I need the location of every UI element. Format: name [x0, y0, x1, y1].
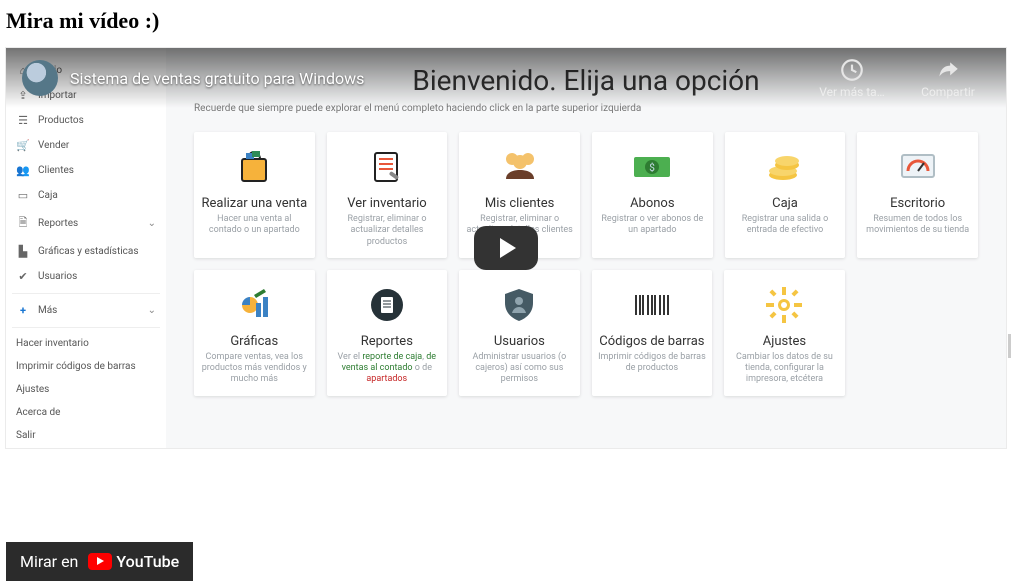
shopping-bag-icon — [200, 144, 309, 190]
svg-text:$: $ — [650, 161, 656, 174]
sidebar-item-label: Productos — [38, 115, 84, 126]
sidebar-item-usuarios[interactable]: ✔ Usuarios — [12, 264, 160, 289]
sidebar-item-productos[interactable]: ☴ Productos — [12, 108, 160, 133]
sidebar-item-label: Gráficas y estadísticas — [38, 246, 139, 257]
sidebar-item-label: Caja — [38, 190, 58, 201]
card-desc: Hacer una venta al contado o un apartado — [200, 214, 309, 237]
card-caja[interactable]: Caja Registrar una salida o entrada de e… — [725, 132, 846, 258]
sidebar-item-label: Usuarios — [38, 271, 77, 282]
watch-on-youtube-button[interactable]: Mirar en YouTube — [6, 542, 193, 581]
chart-icon — [200, 282, 309, 328]
stats-icon: ▙ — [16, 245, 30, 258]
card-title: Ver inventario — [333, 196, 442, 211]
card-desc: Cambiar los datos de su tienda, configur… — [730, 352, 839, 386]
card-desc: Registrar, eliminar o actualizar detalle… — [333, 214, 442, 248]
page-heading: Mira mi vídeo :) — [0, 0, 1012, 48]
sidebar-item-graficas[interactable]: ▙ Gráficas y estadísticas — [12, 239, 160, 264]
sidebar-item-mas[interactable]: + Más ⌄ — [12, 298, 160, 323]
watch-on-label: Mirar en — [20, 552, 78, 571]
youtube-brand-text: YouTube — [116, 552, 179, 571]
share-button[interactable]: Compartir — [906, 57, 990, 99]
card-desc: Resumen de todos los movimientos de su t… — [863, 214, 972, 237]
app-main: Bienvenido. Elija una opción Recuerde qu… — [166, 48, 1006, 448]
card-desc: Ver el reporte de caja, de ventas al con… — [333, 352, 442, 386]
youtube-play-icon — [88, 553, 112, 570]
plus-icon: + — [16, 304, 30, 317]
card-desc: Compare ventas, vea los productos más ve… — [200, 352, 309, 386]
divider — [12, 293, 160, 294]
clients-icon — [465, 144, 574, 190]
report-icon: 🗎 — [16, 214, 30, 233]
video-title[interactable]: Sistema de ventas gratuito para Windows — [70, 69, 798, 88]
card-ajustes[interactable]: Ajustes Cambiar los datos de su tienda, … — [724, 270, 845, 396]
clock-icon — [839, 57, 865, 83]
sidebar-item-label: Reportes — [38, 218, 78, 229]
sidebar-item-label: Vender — [38, 140, 69, 151]
sidebar-sub-inventario[interactable]: Hacer inventario — [12, 332, 160, 355]
card-title: Realizar una venta — [200, 196, 309, 211]
card-title: Códigos de barras — [598, 334, 707, 349]
sidebar-item-reportes[interactable]: 🗎 Reportes ⌄ — [12, 208, 160, 239]
card-graficas[interactable]: Gráficas Compare ventas, vea los product… — [194, 270, 315, 396]
card-desc: Registrar una salida o entrada de efecti… — [731, 214, 840, 237]
card-title: Abonos — [598, 196, 707, 211]
monitor-icon: ▭ — [16, 189, 30, 202]
card-reportes[interactable]: Reportes Ver el reporte de caja, de vent… — [327, 270, 448, 396]
card-codigos-barras[interactable]: Códigos de barras Imprimir códigos de ba… — [592, 270, 713, 396]
sidebar-item-clientes[interactable]: 👥 Clientes — [12, 158, 160, 183]
cart-icon: 🛒 — [16, 139, 30, 152]
sidebar-item-label: Clientes — [38, 165, 74, 176]
card-realizar-venta[interactable]: Realizar una venta Hacer una venta al co… — [194, 132, 315, 258]
card-desc: Registrar o ver abonos de un apartado — [598, 214, 707, 237]
chevron-down-icon: ⌄ — [148, 218, 156, 229]
card-title: Reportes — [333, 334, 442, 349]
card-title: Ajustes — [730, 334, 839, 349]
page-scrollbar[interactable] — [1008, 64, 1011, 587]
card-ver-inventario[interactable]: Ver inventario Registrar, eliminar o act… — [327, 132, 448, 258]
card-desc: Administrar usuarios (o cajeros) así com… — [465, 352, 574, 386]
app-sidebar: ⌂Inicio ⇪Importar ☴Productos 🛒Vender 👥Cl… — [6, 48, 166, 448]
sidebar-item-caja[interactable]: ▭ Caja — [12, 183, 160, 208]
sidebar-item-vender[interactable]: 🛒 Vender — [12, 133, 160, 158]
card-title: Usuarios — [465, 334, 574, 349]
people-icon: 👥 — [16, 164, 30, 177]
card-title: Escritorio — [863, 196, 972, 211]
card-title: Caja — [731, 196, 840, 211]
youtube-topbar: Sistema de ventas gratuito para Windows … — [6, 48, 1006, 108]
card-grid-row1: Realizar una venta Hacer una venta al co… — [194, 132, 978, 258]
sidebar-sub-salir[interactable]: Salir — [12, 424, 160, 447]
card-usuarios[interactable]: Usuarios Administrar usuarios (o cajeros… — [459, 270, 580, 396]
card-title: Mis clientes — [465, 196, 574, 211]
sidebar-item-label: Más — [38, 305, 57, 316]
products-icon: ☴ — [16, 114, 30, 127]
barcode-icon — [598, 282, 707, 328]
sidebar-sub-ajustes[interactable]: Ajustes — [12, 378, 160, 401]
card-title: Gráficas — [200, 334, 309, 349]
card-abonos[interactable]: $ Abonos Registrar o ver abonos de un ap… — [592, 132, 713, 258]
watch-later-label: Ver más ta… — [819, 85, 885, 99]
coins-icon — [731, 144, 840, 190]
channel-avatar[interactable] — [22, 60, 58, 96]
sidebar-sub-codigos[interactable]: Imprimir códigos de barras — [12, 355, 160, 378]
scrollbar-thumb[interactable] — [1008, 334, 1011, 358]
play-button[interactable] — [474, 226, 538, 270]
chevron-down-icon: ⌄ — [148, 305, 156, 316]
youtube-embed[interactable]: ⌂Inicio ⇪Importar ☴Productos 🛒Vender 👥Cl… — [6, 48, 1006, 448]
shield-user-icon — [465, 282, 574, 328]
money-icon: $ — [598, 144, 707, 190]
card-grid-row2: Gráficas Compare ventas, vea los product… — [194, 270, 845, 396]
share-label: Compartir — [921, 85, 975, 99]
clipboard-icon — [333, 282, 442, 328]
dashboard-icon — [863, 144, 972, 190]
sidebar-sub-acerca[interactable]: Acerca de — [12, 401, 160, 424]
gear-icon — [730, 282, 839, 328]
share-icon — [935, 57, 961, 83]
card-escritorio[interactable]: Escritorio Resumen de todos los movimien… — [857, 132, 978, 258]
watch-later-button[interactable]: Ver más ta… — [810, 57, 894, 99]
card-desc: Imprimir códigos de barras de productos — [598, 352, 707, 375]
divider — [12, 327, 160, 328]
notepad-icon — [333, 144, 442, 190]
youtube-logo: YouTube — [88, 552, 179, 571]
shield-icon: ✔ — [16, 270, 30, 283]
